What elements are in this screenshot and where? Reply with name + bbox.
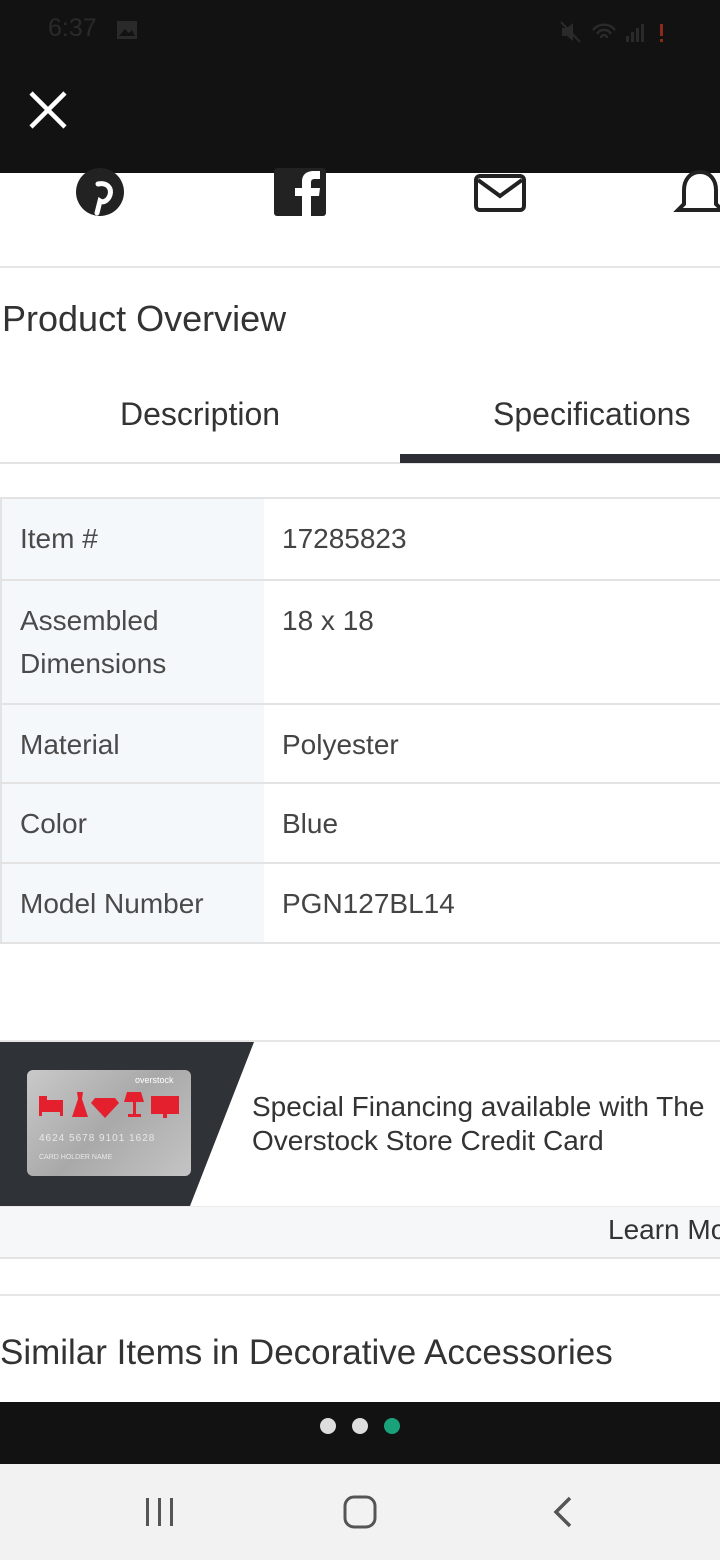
financing-text: Special Financing available with The Ove… (252, 1091, 705, 1156)
lamp-icon (124, 1092, 144, 1117)
pinterest-icon (76, 168, 124, 216)
specifications-table: Item # 17285823 Assembled Dimensions 18 … (0, 497, 720, 944)
status-time: 6:37 (48, 14, 97, 42)
bed-icon (39, 1096, 63, 1116)
spec-label: Assembled Dimensions (2, 581, 264, 703)
spec-value: Blue (282, 808, 339, 839)
tab-specifications[interactable]: Specifications (400, 388, 720, 448)
home-button[interactable] (336, 1490, 384, 1536)
card-number: 4624 5678 9101 1628 (39, 1133, 156, 1144)
spec-value: Polyester (282, 729, 399, 760)
home-icon (343, 1495, 377, 1529)
credit-card-image: overstock 4624 5678 9101 1628 CARD HOLDE… (27, 1070, 191, 1176)
bell-icon (673, 169, 720, 212)
spec-value: 18 x 18 (282, 605, 374, 636)
spec-label: Material (2, 705, 264, 782)
pinterest-share-button[interactable] (72, 168, 128, 220)
table-row: Item # 17285823 (2, 499, 720, 581)
diamond-icon (91, 1098, 119, 1118)
facebook-share-button[interactable] (272, 168, 328, 220)
wifi-icon (592, 23, 616, 39)
back-icon (553, 1496, 572, 1528)
card-category-icons (39, 1092, 179, 1118)
divider (0, 1294, 720, 1296)
table-row: Assembled Dimensions 18 x 18 (2, 581, 720, 705)
email-icon (474, 174, 526, 212)
status-icons (560, 21, 663, 43)
table-row: Model Number PGN127BL14 (2, 864, 720, 944)
card-holder: CARD HOLDER NAME (39, 1154, 113, 1161)
table-row: Color Blue (2, 784, 720, 864)
alert-icon (660, 24, 663, 42)
divider (0, 266, 720, 268)
similar-items-title: Similar Items in Decorative Accessories (0, 1333, 613, 1372)
carousel-dot[interactable] (352, 1418, 368, 1434)
table-row: Material Polyester (2, 705, 720, 784)
card-brand-logo: overstock (135, 1075, 174, 1085)
carousel-dot-active[interactable] (384, 1418, 400, 1434)
close-icon (29, 91, 67, 129)
recent-apps-button[interactable] (136, 1490, 184, 1536)
back-button[interactable] (540, 1490, 588, 1536)
facebook-icon (274, 168, 326, 216)
signal-icon (626, 24, 644, 42)
active-tab-indicator (400, 454, 720, 463)
mute-icon (560, 21, 581, 43)
dress-icon (72, 1092, 88, 1117)
close-button[interactable] (20, 82, 76, 138)
tv-icon (151, 1096, 179, 1118)
email-share-button[interactable] (472, 168, 528, 220)
spec-value: PGN127BL14 (282, 888, 455, 919)
spec-label: Color (2, 784, 264, 862)
learn-more-link[interactable]: Learn More (608, 1214, 720, 1246)
spec-label: Model Number (2, 864, 264, 942)
image-icon (117, 21, 137, 39)
section-title: Product Overview (2, 298, 287, 339)
notify-button[interactable] (672, 168, 720, 220)
spec-label: Item # (2, 499, 264, 579)
carousel-dot[interactable] (320, 1418, 336, 1434)
recent-apps-icon (146, 1498, 173, 1526)
spec-value: 17285823 (282, 523, 407, 554)
tab-description[interactable]: Description (0, 388, 400, 448)
